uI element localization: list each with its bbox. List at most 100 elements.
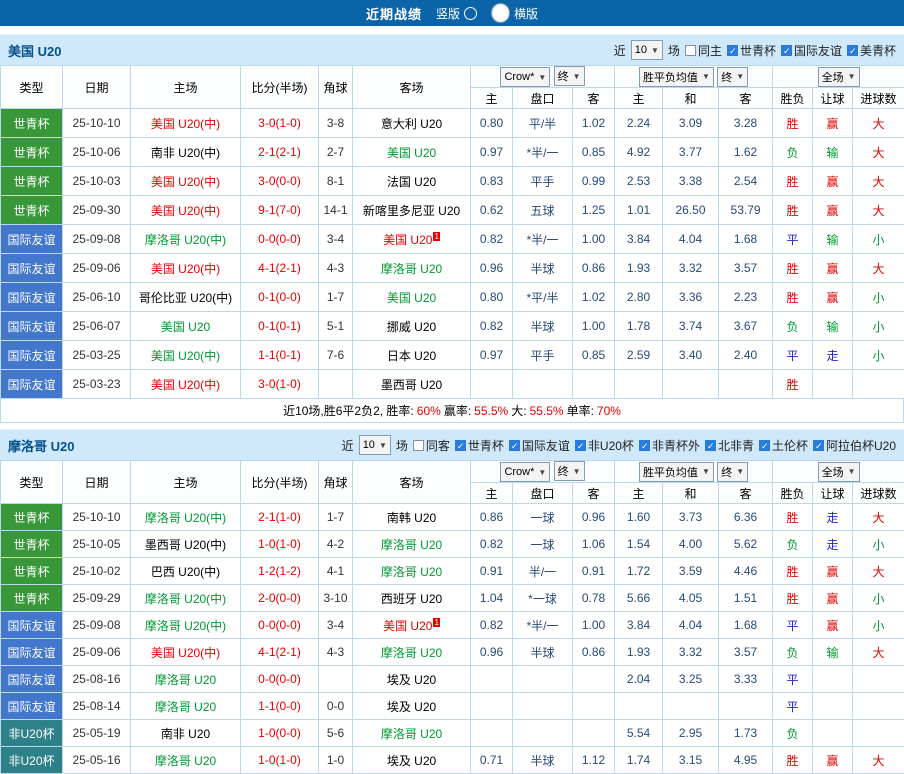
- score-cell: 3-0(1-0): [241, 109, 319, 138]
- home-team-link[interactable]: 哥伦比亚 U20(中): [139, 291, 232, 305]
- filter-checkbox[interactable]: 国际友谊: [509, 437, 570, 454]
- match-date: 25-09-30: [63, 196, 131, 225]
- checkbox-icon[interactable]: [639, 440, 650, 451]
- filter-checkbox[interactable]: 土伦杯: [759, 437, 808, 454]
- result-goals: 小: [853, 341, 904, 370]
- filter-checkbox[interactable]: 国际友谊: [781, 42, 842, 59]
- away-team-link[interactable]: 摩洛哥 U20: [381, 565, 442, 579]
- table-row: 国际友谊25-03-23美国 U20(中)3-0(1-0)墨西哥 U20胜: [1, 370, 904, 399]
- home-team-link[interactable]: 摩洛哥 U20: [155, 673, 216, 687]
- checkbox-icon[interactable]: [455, 440, 466, 451]
- home-team-link[interactable]: 美国 U20(中): [151, 378, 220, 392]
- away-team-link[interactable]: 墨西哥 U20: [381, 378, 442, 392]
- match-count-select[interactable]: 10▼: [631, 40, 663, 60]
- away-odds: 1.25: [573, 196, 615, 225]
- filter-checkbox[interactable]: 阿拉伯杯U20: [813, 437, 896, 454]
- odds-final-select[interactable]: 终▼: [554, 66, 585, 86]
- home-team-link[interactable]: 美国 U20(中): [151, 175, 220, 189]
- away-team-cell: 摩洛哥 U20: [353, 639, 471, 666]
- away-team-link[interactable]: 南韩 U20: [387, 511, 436, 525]
- home-team-link[interactable]: 摩洛哥 U20(中): [145, 592, 226, 606]
- horizontal-option[interactable]: 横版: [491, 3, 538, 23]
- home-team-link[interactable]: 摩洛哥 U20(中): [145, 233, 226, 247]
- filter-checkbox[interactable]: 美青杯: [847, 42, 896, 59]
- away-team-link[interactable]: 日本 U20: [387, 349, 436, 363]
- away-odds: 0.78: [573, 585, 615, 612]
- home-team-link[interactable]: 南非 U20(中): [151, 146, 220, 160]
- avg-away: 6.36: [719, 504, 773, 531]
- filter-checkbox[interactable]: 非U20杯: [575, 437, 634, 454]
- home-team-link[interactable]: 摩洛哥 U20(中): [145, 619, 226, 633]
- away-team-link[interactable]: 新喀里多尼亚 U20: [363, 204, 460, 218]
- checkbox-icon[interactable]: [847, 45, 858, 56]
- avg-final-select[interactable]: 终▼: [717, 462, 748, 482]
- home-team-link[interactable]: 美国 U20(中): [151, 117, 220, 131]
- crown-odds-select[interactable]: Crow*▼: [500, 67, 550, 87]
- result-goals: [853, 693, 904, 720]
- avg-final-select[interactable]: 终▼: [717, 67, 748, 87]
- handicap: *平/半: [513, 283, 573, 312]
- checkbox-icon[interactable]: [759, 440, 770, 451]
- away-team-link[interactable]: 摩洛哥 U20: [381, 262, 442, 276]
- away-team-link[interactable]: 美国 U20: [383, 619, 432, 633]
- away-team-link[interactable]: 摩洛哥 U20: [381, 727, 442, 741]
- filter-checkbox[interactable]: 世青杯: [727, 42, 776, 59]
- away-team-link[interactable]: 法国 U20: [387, 175, 436, 189]
- away-team-link[interactable]: 西班牙 U20: [381, 592, 442, 606]
- checkbox-icon[interactable]: [781, 45, 792, 56]
- away-team-link[interactable]: 美国 U20: [383, 233, 432, 247]
- result-goals: 大: [853, 639, 904, 666]
- avg-odds-select[interactable]: 胜平负均值▼: [639, 67, 714, 87]
- checkbox-icon[interactable]: [509, 440, 520, 451]
- away-team-link[interactable]: 美国 U20: [387, 291, 436, 305]
- crown-odds-select[interactable]: Crow*▼: [500, 462, 550, 482]
- away-team-link[interactable]: 挪威 U20: [387, 320, 436, 334]
- filter-checkbox[interactable]: 同主: [685, 42, 722, 59]
- home-team-link[interactable]: 美国 U20(中): [151, 204, 220, 218]
- checkbox-icon[interactable]: [413, 440, 424, 451]
- checkbox-icon[interactable]: [705, 440, 716, 451]
- avg-away: 1.68: [719, 612, 773, 639]
- away-team-link[interactable]: 埃及 U20: [387, 673, 436, 687]
- match-count-select[interactable]: 10▼: [359, 435, 391, 455]
- home-team-link[interactable]: 摩洛哥 U20(中): [145, 511, 226, 525]
- vertical-radio-icon[interactable]: [464, 7, 477, 20]
- home-team-link[interactable]: 美国 U20(中): [151, 646, 220, 660]
- checkbox-icon[interactable]: [575, 440, 586, 451]
- result-wdl: 胜: [773, 558, 813, 585]
- sub-col-header: 主: [471, 483, 513, 504]
- home-team-link[interactable]: 美国 U20(中): [151, 262, 220, 276]
- vertical-option[interactable]: 竖版: [436, 5, 477, 22]
- home-team-link[interactable]: 摩洛哥 U20: [155, 754, 216, 768]
- filter-checkbox[interactable]: 同客: [413, 437, 450, 454]
- home-team-link[interactable]: 墨西哥 U20(中): [145, 538, 226, 552]
- home-team-link[interactable]: 美国 U20(中): [151, 349, 220, 363]
- scope-select[interactable]: 全场▼: [818, 462, 860, 482]
- scope-select[interactable]: 全场▼: [818, 67, 860, 87]
- home-team-link[interactable]: 美国 U20: [161, 320, 210, 334]
- filter-checkbox[interactable]: 世青杯: [455, 437, 504, 454]
- away-team-link[interactable]: 埃及 U20: [387, 754, 436, 768]
- odds-final-select[interactable]: 终▼: [554, 461, 585, 481]
- score-cell: 2-0(0-0): [241, 585, 319, 612]
- avg-odds-select[interactable]: 胜平负均值▼: [639, 462, 714, 482]
- away-team-link[interactable]: 摩洛哥 U20: [381, 538, 442, 552]
- avg-away: 1.73: [719, 720, 773, 747]
- horizontal-radio-icon[interactable]: [491, 3, 510, 23]
- checkbox-icon[interactable]: [685, 45, 696, 56]
- away-team-link[interactable]: 埃及 U20: [387, 700, 436, 714]
- home-team-link[interactable]: 巴西 U20(中): [151, 565, 220, 579]
- home-odds: [471, 666, 513, 693]
- avg-draw: 4.04: [663, 612, 719, 639]
- filter-checkbox[interactable]: 非青杯外: [639, 437, 700, 454]
- filter-checkbox[interactable]: 北非青: [705, 437, 754, 454]
- away-team-link[interactable]: 美国 U20: [387, 146, 436, 160]
- home-team-link[interactable]: 摩洛哥 U20: [155, 700, 216, 714]
- away-team-link[interactable]: 意大利 U20: [381, 117, 442, 131]
- checkbox-icon[interactable]: [813, 440, 824, 451]
- home-team-link[interactable]: 南非 U20: [161, 727, 210, 741]
- score-cell: 0-0(0-0): [241, 225, 319, 254]
- away-team-cell: 美国 U201: [353, 612, 471, 639]
- checkbox-icon[interactable]: [727, 45, 738, 56]
- away-team-link[interactable]: 摩洛哥 U20: [381, 646, 442, 660]
